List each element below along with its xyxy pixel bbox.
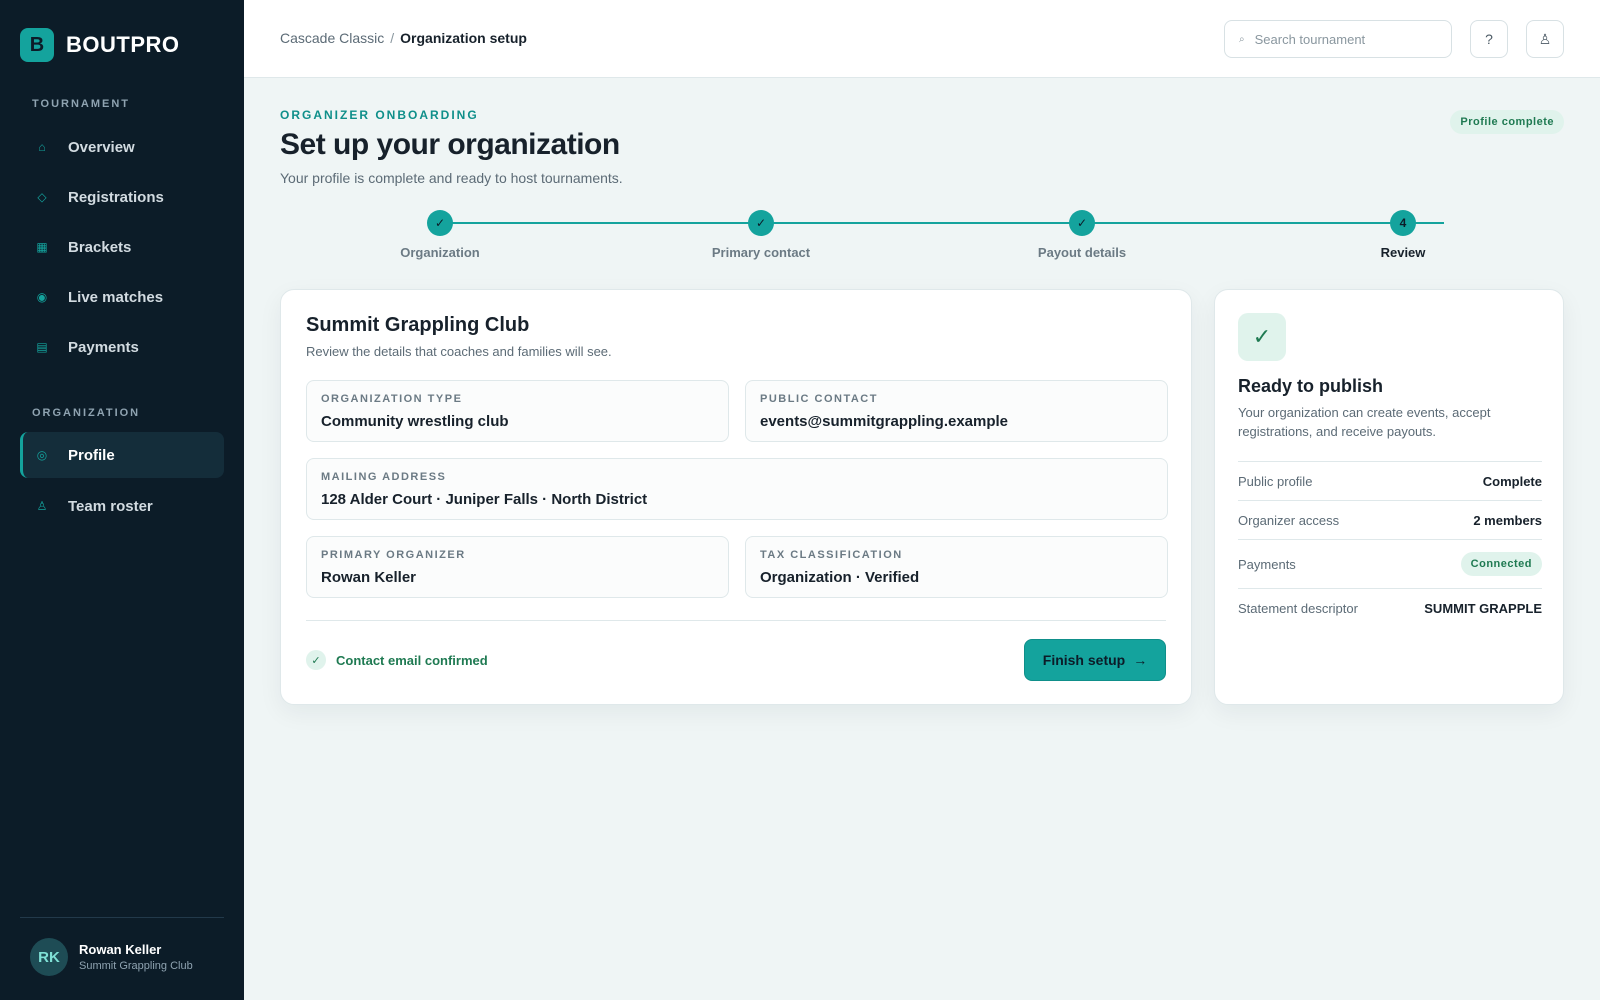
account-icon: ♙ xyxy=(1538,30,1552,47)
sidebar-item-registrations[interactable]: ◇ Registrations xyxy=(20,174,224,220)
summary-key: Payments xyxy=(1238,556,1296,572)
profile-icon: ◎ xyxy=(36,448,48,462)
status-badge: Profile complete xyxy=(1450,110,1564,134)
step-label-payout-details[interactable]: Payout details xyxy=(1002,245,1162,260)
sidebar-item-label: Overview xyxy=(68,138,135,156)
summary-value: Complete xyxy=(1482,473,1542,489)
field-value: Organization · Verified xyxy=(760,569,920,586)
summary-row-organizer-access: Organizer access 2 members xyxy=(1238,500,1542,539)
sidebar-item-label: Registrations xyxy=(68,188,164,206)
user-icon: ♙ xyxy=(36,499,48,513)
finish-setup-button[interactable]: Finish setup → xyxy=(1024,639,1166,681)
brand[interactable]: B BOUTPRO xyxy=(20,28,180,62)
page-eyebrow: ORGANIZER ONBOARDING xyxy=(280,108,479,122)
step-check-icon: ✓ xyxy=(1069,210,1095,236)
help-button[interactable]: ? xyxy=(1470,20,1508,58)
status-badge: Connected xyxy=(1460,552,1542,576)
public-contact-field: PUBLIC CONTACT events@summitgrappling.ex… xyxy=(745,380,1168,442)
check-icon: ✓ xyxy=(1238,313,1286,361)
mailing-address-field: MAILING ADDRESS 128 Alder Court · Junipe… xyxy=(306,458,1168,520)
step-check-icon: ✓ xyxy=(427,210,453,236)
email-confirmed-status: ✓ Contact email confirmed xyxy=(306,650,488,670)
sidebar-item-label: Team roster xyxy=(68,497,153,515)
sidebar-item-label: Payments xyxy=(68,338,139,356)
user-profile[interactable]: RK Rowan Keller Summit Grappling Club xyxy=(30,938,193,976)
card-title: Summit Grappling Club xyxy=(306,314,530,336)
summary-key: Statement descriptor xyxy=(1238,600,1358,616)
sidebar-item-team-roster[interactable]: ♙ Team roster xyxy=(20,483,224,529)
help-icon: ? xyxy=(1485,31,1493,47)
sidebar-item-brackets[interactable]: ▦ Brackets xyxy=(20,224,224,270)
breadcrumb: Cascade Classic / Organization setup xyxy=(280,30,527,46)
field-label: PRIMARY ORGANIZER xyxy=(321,549,466,561)
brand-logo-icon: B xyxy=(20,28,54,62)
breadcrumb-current: Organization setup xyxy=(400,30,527,46)
sidebar-item-label: Brackets xyxy=(68,238,132,256)
field-value: events@summitgrappling.example xyxy=(760,413,1009,430)
user-org: Summit Grappling Club xyxy=(79,960,193,972)
field-value: Rowan Keller xyxy=(321,569,417,586)
summary-row-statement-descriptor: Statement descriptor SUMMIT GRAPPLE xyxy=(1238,588,1542,627)
breadcrumb-separator: / xyxy=(390,30,395,46)
search-placeholder: Search tournament xyxy=(1254,31,1366,47)
page-subtitle: Your profile is complete and ready to ho… xyxy=(280,170,623,186)
payments-icon: ▤ xyxy=(36,340,48,354)
summary-row-public-profile: Public profile Complete xyxy=(1238,461,1542,500)
field-value: 128 Alder Court · Juniper Falls · North … xyxy=(321,491,648,508)
tax-classification-field: TAX CLASSIFICATION Organization · Verifi… xyxy=(745,536,1168,598)
step-label-organization[interactable]: Organization xyxy=(360,245,520,260)
field-label: ORGANIZATION TYPE xyxy=(321,393,463,405)
sidebar-divider xyxy=(20,917,224,918)
sidebar-item-label: Profile xyxy=(68,446,115,464)
account-button[interactable]: ♙ xyxy=(1526,20,1564,58)
topbar: Cascade Classic / Organization setup ⌕ Sea… xyxy=(244,0,1600,78)
finish-setup-label: Finish setup xyxy=(1042,652,1126,668)
arrow-right-icon: → xyxy=(1133,652,1148,668)
breadcrumb-parent[interactable]: Cascade Classic xyxy=(280,30,384,46)
home-icon: ⌂ xyxy=(38,140,46,154)
sidebar-item-label: Live matches xyxy=(68,288,164,306)
primary-organizer-field: PRIMARY ORGANIZER Rowan Keller xyxy=(306,536,729,598)
grid-icon: ▦ xyxy=(36,240,48,254)
sidebar-item-live-matches[interactable]: ◉ Live matches xyxy=(20,274,224,320)
step-check-icon: ✓ xyxy=(748,210,774,236)
step-label-primary-contact[interactable]: Primary contact xyxy=(681,245,841,260)
diamond-icon: ◇ xyxy=(37,190,47,204)
summary-key: Organizer access xyxy=(1238,512,1340,528)
search-icon: ⌕ xyxy=(1239,33,1245,45)
summary-row-payments: Payments Connected xyxy=(1238,539,1542,588)
summary-value: 2 members xyxy=(1473,512,1542,528)
ready-description: Your organization can create events, acc… xyxy=(1238,405,1491,439)
sidebar-item-profile[interactable]: ◎ Profile xyxy=(20,432,224,478)
avatar: RK xyxy=(30,938,68,976)
step-label-review[interactable]: Review xyxy=(1323,245,1483,260)
card-subtitle: Review the details that coaches and fami… xyxy=(306,344,612,359)
field-label: PUBLIC CONTACT xyxy=(760,393,878,405)
user-name: Rowan Keller xyxy=(79,942,162,957)
sidebar-item-payments[interactable]: ▤ Payments xyxy=(20,324,224,370)
nav-section-tournament: TOURNAMENT xyxy=(32,98,131,110)
search-input[interactable]: ⌕ Search tournament xyxy=(1224,20,1452,58)
sidebar-item-overview[interactable]: ⌂ Overview xyxy=(20,124,224,170)
card-divider xyxy=(306,620,1166,621)
nav-section-organization: ORGANIZATION xyxy=(32,407,141,419)
org-type-field: ORGANIZATION TYPE Community wrestling cl… xyxy=(306,380,729,442)
check-icon: ✓ xyxy=(306,650,326,670)
sidebar: B BOUTPRO TOURNAMENT ⌂ Overview ◇ Regist… xyxy=(0,0,244,1000)
confirmation-text: Contact email confirmed xyxy=(336,652,488,668)
page-title: Set up your organization xyxy=(280,128,620,161)
step-number-marker: 4 xyxy=(1390,210,1416,236)
field-label: MAILING ADDRESS xyxy=(321,471,447,483)
stepper-track xyxy=(440,222,1444,224)
organization-summary-card: Summit Grappling Club Review the details… xyxy=(280,289,1192,705)
brand-name: BOUTPRO xyxy=(66,32,180,57)
field-label: TAX CLASSIFICATION xyxy=(760,549,903,561)
ready-title: Ready to publish xyxy=(1238,376,1384,396)
summary-value: SUMMIT GRAPPLE xyxy=(1424,600,1542,616)
ready-to-publish-card: ✓ Ready to publish Your organization can… xyxy=(1214,289,1564,705)
live-dot-icon: ◉ xyxy=(36,290,48,304)
summary-key: Public profile xyxy=(1238,473,1313,489)
field-value: Community wrestling club xyxy=(321,413,509,430)
